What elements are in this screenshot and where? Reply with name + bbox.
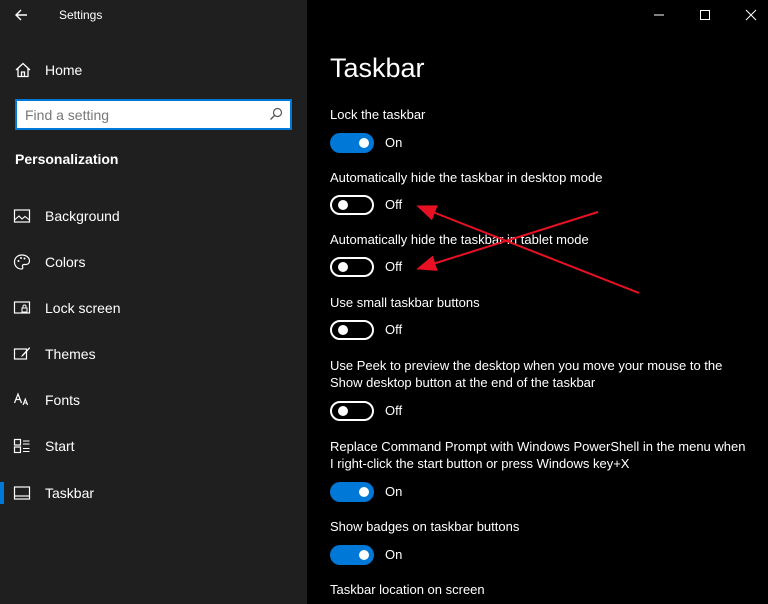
- search-input[interactable]: [25, 105, 261, 124]
- toggle-state: On: [385, 547, 403, 562]
- maximize-button[interactable]: [682, 0, 728, 30]
- setting-lock-taskbar: Lock the taskbar On: [330, 106, 750, 153]
- sidebar-item-colors[interactable]: Colors: [0, 244, 307, 280]
- search-icon[interactable]: [269, 107, 283, 121]
- home-nav-item[interactable]: Home: [0, 54, 307, 86]
- palette-icon: [13, 254, 31, 270]
- toggle-knob: [338, 325, 348, 335]
- app-title: Settings: [59, 8, 103, 22]
- home-label: Home: [45, 62, 83, 78]
- toggle-knob: [338, 406, 348, 416]
- back-button[interactable]: [12, 5, 34, 25]
- setting-label: Automatically hide the taskbar in deskto…: [330, 170, 603, 185]
- page-title: Taskbar: [330, 53, 425, 83]
- setting-label: Lock the taskbar: [330, 107, 426, 122]
- selection-indicator: [0, 482, 4, 504]
- titlebar-left: Settings: [0, 0, 307, 31]
- setting-powershell: Replace Command Prompt with Windows Powe…: [330, 438, 750, 502]
- sidebar-item-start[interactable]: Start: [0, 428, 307, 464]
- toggle-switch[interactable]: [330, 320, 374, 340]
- sidebar-item-taskbar[interactable]: Taskbar: [0, 475, 307, 511]
- toggle-row[interactable]: On: [330, 133, 450, 153]
- close-button[interactable]: [728, 0, 768, 30]
- setting-peek: Use Peek to preview the desktop when you…: [330, 357, 750, 421]
- search-box[interactable]: [15, 99, 292, 130]
- sidebar-item-label: Lock screen: [45, 300, 121, 316]
- setting-autohide-tablet: Automatically hide the taskbar in tablet…: [330, 231, 750, 277]
- maximize-icon: [700, 10, 710, 20]
- toggle-row[interactable]: On: [330, 482, 450, 502]
- toggle-switch[interactable]: [330, 545, 374, 565]
- sidebar-item-lock-screen[interactable]: Lock screen: [0, 290, 307, 326]
- setting-badges: Show badges on taskbar buttons On: [330, 518, 750, 565]
- brush-icon: [13, 347, 30, 360]
- setting-label: Automatically hide the taskbar in tablet…: [330, 232, 589, 247]
- minimize-icon: [654, 14, 664, 16]
- section-title: Personalization: [15, 151, 119, 167]
- back-arrow-icon: [15, 9, 27, 21]
- sidebar-item-label: Fonts: [45, 392, 81, 408]
- toggle-knob: [359, 138, 369, 148]
- toggle-knob: [338, 262, 348, 272]
- setting-small-buttons: Use small taskbar buttons Off: [330, 294, 750, 340]
- toggle-switch[interactable]: [330, 195, 374, 215]
- sidebar-item-fonts[interactable]: Fonts: [0, 382, 307, 418]
- home-icon: [15, 62, 31, 78]
- taskbar-icon: [13, 486, 31, 500]
- toggle-row[interactable]: Off: [330, 195, 450, 215]
- sidebar-item-background[interactable]: Background: [0, 198, 307, 234]
- close-icon: [745, 9, 757, 21]
- setting-autohide-desktop: Automatically hide the taskbar in deskto…: [330, 169, 750, 215]
- setting-location-heading: Taskbar location on screen: [330, 581, 750, 598]
- toggle-row[interactable]: Off: [330, 401, 450, 421]
- toggle-row[interactable]: On: [330, 545, 450, 565]
- setting-label: Replace Command Prompt with Windows Powe…: [330, 439, 746, 471]
- sidebar-item-label: Background: [45, 208, 120, 224]
- sidebar: Settings Home Personalization Background…: [0, 0, 307, 604]
- annotation-arrow: [416, 205, 640, 294]
- sidebar-item-label: Colors: [45, 254, 86, 270]
- setting-label: Show badges on taskbar buttons: [330, 519, 520, 534]
- sidebar-item-label: Themes: [45, 346, 96, 362]
- sidebar-item-label: Start: [45, 438, 75, 454]
- toggle-knob: [359, 550, 369, 560]
- toggle-knob: [338, 200, 348, 210]
- toggle-knob: [359, 487, 369, 497]
- setting-label: Use small taskbar buttons: [330, 295, 480, 310]
- toggle-state: Off: [385, 403, 403, 418]
- toggle-switch[interactable]: [330, 482, 374, 502]
- toggle-row[interactable]: Off: [330, 257, 450, 277]
- toggle-state: On: [385, 135, 403, 150]
- sidebar-item-themes[interactable]: Themes: [0, 336, 307, 372]
- start-icon: [13, 438, 30, 454]
- image-icon: [13, 209, 31, 223]
- toggle-row[interactable]: Off: [330, 320, 450, 340]
- minimize-button[interactable]: [636, 0, 682, 30]
- fonts-icon: [13, 392, 29, 406]
- sidebar-item-label: Taskbar: [45, 485, 95, 501]
- lock-screen-icon: [13, 301, 31, 314]
- toggle-switch[interactable]: [330, 401, 374, 421]
- toggle-state: On: [385, 484, 403, 499]
- toggle-state: Off: [385, 259, 403, 274]
- toggle-switch[interactable]: [330, 257, 374, 277]
- setting-label: Use Peek to preview the desktop when you…: [330, 358, 723, 390]
- toggle-state: Off: [385, 197, 403, 212]
- setting-label: Taskbar location on screen: [330, 582, 485, 597]
- toggle-state: Off: [385, 322, 403, 337]
- toggle-switch[interactable]: [330, 133, 374, 153]
- main-content: Taskbar Lock the taskbar On Automaticall…: [307, 0, 768, 604]
